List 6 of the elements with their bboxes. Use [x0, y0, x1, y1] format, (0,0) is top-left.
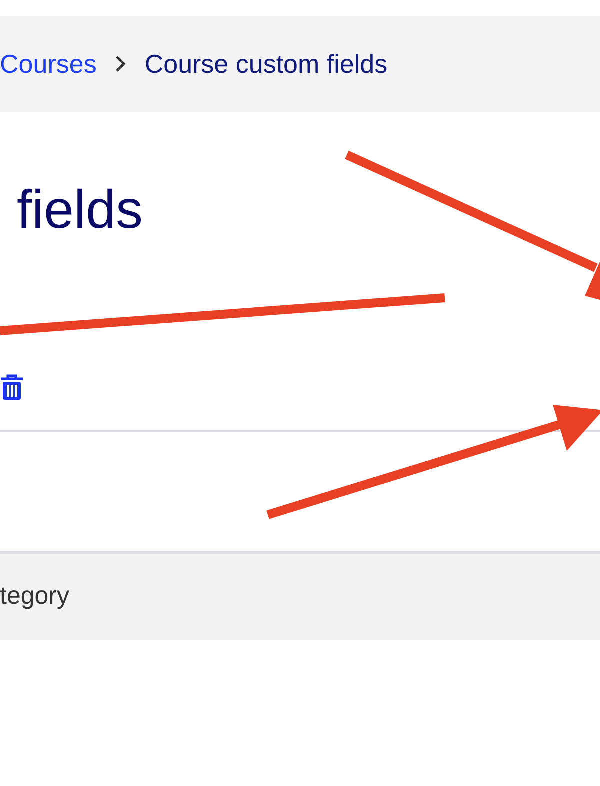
- trash-icon[interactable]: [0, 374, 24, 402]
- column-header: tegory: [0, 581, 70, 612]
- chevron-right-icon: [114, 55, 127, 73]
- page-heading: fields: [17, 179, 144, 242]
- breadcrumb-link[interactable]: Courses: [0, 44, 97, 84]
- breadcrumb-current[interactable]: Course custom fields: [144, 44, 388, 84]
